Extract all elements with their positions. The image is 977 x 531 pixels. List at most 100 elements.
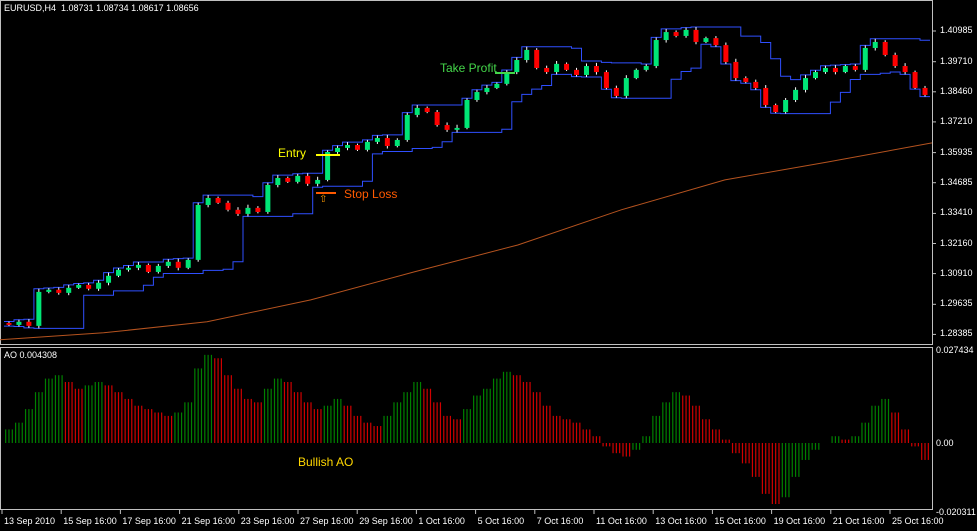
bearish-candle [763,87,769,106]
bearish-candle [544,67,550,73]
bearish-candle [56,289,62,293]
bullish-candle [663,32,669,41]
bearish-candle [693,29,699,42]
bearish-candle [713,38,719,46]
bullish-candle [872,41,878,48]
bullish-candle [842,66,848,73]
y-tick-label: 1.38460 [940,85,973,96]
x-tick-label: 29 Sep 16:00 [359,516,413,526]
y-tick-label: 1.37210 [940,115,973,126]
bullish-ao-label: Bullish AO [298,455,354,469]
bearish-candle [305,175,311,184]
y-tick-label: 1.39710 [940,55,973,66]
ohlc-readout: 1.08731 1.08734 1.08617 1.08656 [61,3,199,13]
bullish-candle [295,175,301,182]
bearish-candle [723,45,729,62]
bullish-candle [583,66,589,75]
chart-canvas[interactable] [0,0,977,531]
bearish-candle [832,67,838,73]
bullish-candle [554,63,560,73]
x-tick-label: 15 Oct 16:00 [714,516,766,526]
channel-lower-line [4,43,930,329]
ao-tick-label: 0.00 [936,438,954,448]
bearish-candle [215,197,221,203]
bearish-candle [235,209,241,214]
ao-tick-label: 0.027434 [936,345,974,355]
bullish-candle [135,264,141,268]
bullish-candle [116,269,122,276]
bullish-candle [793,89,799,100]
x-tick-label: 19 Oct 16:00 [773,516,826,526]
bullish-candle [76,284,82,288]
bullish-candle [812,72,818,79]
bullish-candle [335,147,341,153]
x-tick-label: 25 Oct 16:00 [892,516,944,526]
stop-loss-label: Stop Loss [344,187,398,201]
chart-window[interactable]: EURUSD,H4 1.08731 1.08734 1.08617 1.0865… [0,0,977,531]
bearish-candle [733,61,739,79]
bearish-candle [922,87,928,95]
bullish-candle [205,197,211,205]
y-tick-label: 1.35935 [940,146,973,157]
bullish-candle [484,87,490,93]
bearish-candle [384,138,390,146]
bullish-candle [364,141,370,150]
bullish-candle [524,49,530,61]
symbol-header: EURUSD,H4 1.08731 1.08734 1.08617 1.0865… [4,3,199,13]
bullish-candle [683,29,689,36]
x-tick-label: 23 Sep 16:00 [240,516,295,526]
ao-title: AO 0.004308 [4,350,58,360]
bearish-candle [424,107,430,113]
bearish-candle [285,178,291,182]
bullish-candle [106,275,112,283]
bearish-candle [225,202,231,210]
bullish-candle [36,291,42,326]
bearish-candle [145,264,151,272]
y-tick-label: 1.29635 [940,298,973,309]
bearish-candle [26,321,32,326]
bullish-candle [454,127,460,130]
bullish-candle [374,138,380,142]
x-tick-label: 11 Oct 16:00 [596,516,647,526]
bearish-candle [773,105,779,113]
bearish-candle [613,87,619,96]
bearish-candle [892,54,898,67]
x-tick-label: 7 Oct 16:00 [536,516,584,526]
bearish-candle [912,72,918,88]
bearish-candle [434,112,440,126]
bullish-candle [46,289,52,292]
bearish-candle [603,72,609,88]
bullish-candle [185,259,191,268]
x-tick-label: 13 Oct 16:00 [655,516,707,526]
bullish-candle [623,78,629,96]
x-tick-label: 15 Sep 16:00 [63,516,117,526]
bearish-candle [86,284,92,289]
x-tick-label: 13 Sep 2010 [4,516,56,526]
bullish-candle [653,40,659,67]
bullish-candle [125,267,131,270]
y-tick-label: 1.40985 [940,25,973,35]
bullish-candle [345,145,351,148]
bullish-candle [474,92,480,100]
bullish-candle [643,66,649,70]
x-tick-label: 21 Oct 16:00 [832,516,885,526]
bullish-candle [165,261,171,266]
bearish-candle [354,145,360,150]
symbol-label: EURUSD,H4 [4,3,57,13]
main-panel-border [0,0,933,345]
bearish-candle [255,207,261,212]
bullish-candle [265,184,271,212]
bullish-candle [315,179,321,184]
bullish-candle [404,114,410,140]
bullish-candle [245,207,251,214]
bullish-candle [275,178,281,185]
bearish-candle [902,66,908,73]
bearish-candle [534,49,540,68]
bearish-candle [593,66,599,73]
bullish-candle [195,204,201,260]
bullish-candle [783,99,789,113]
bearish-candle [574,69,580,75]
x-tick-label: 5 Oct 16:00 [477,516,525,526]
bullish-candle [155,265,161,272]
bullish-candle [633,69,639,79]
